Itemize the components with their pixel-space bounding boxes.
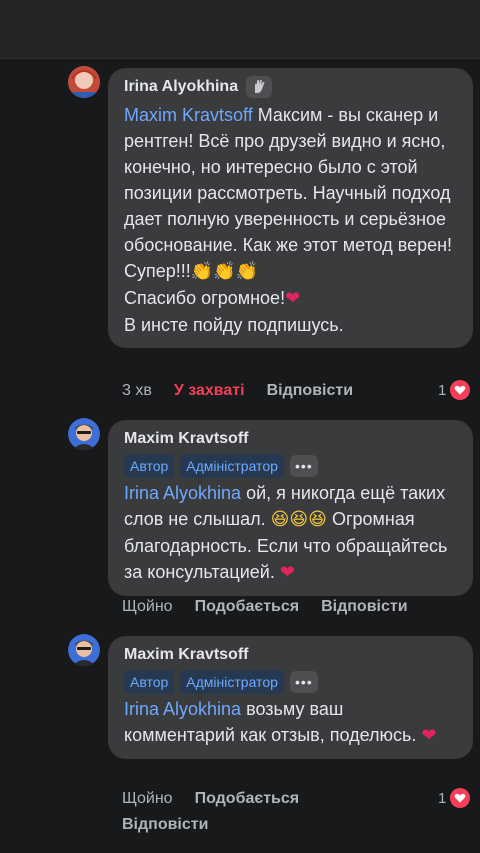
more-badges-icon[interactable]: •••	[289, 455, 318, 477]
comment-author-name[interactable]: Maxim Kravtsoff	[124, 644, 248, 666]
comment-actions: Щойно Подобається Відповісти	[122, 598, 408, 616]
comment-time[interactable]: Щойно	[122, 598, 173, 616]
mention-link[interactable]: Maxim Kravtsoff	[124, 105, 253, 125]
author-badges: Автор Адміністратор •••	[124, 670, 457, 694]
mention-link[interactable]: Irina Alyokhina	[124, 483, 241, 503]
comment-author-name[interactable]: Irina Alyokhina	[124, 76, 238, 98]
comment-actions: 3 хв У захваті Відповісти	[122, 382, 353, 400]
author-badges: Автор Адміністратор •••	[124, 454, 457, 478]
mention-link[interactable]: Irina Alyokhina	[124, 699, 241, 719]
admin-badge[interactable]: Адміністратор	[180, 454, 284, 478]
red-heart-icon: ❤	[285, 288, 301, 309]
reaction-count: 1	[438, 789, 447, 807]
avatar-maxim[interactable]	[68, 634, 100, 666]
laughing-face-icon: 😆😆😆	[270, 509, 327, 530]
red-heart-icon: ❤	[421, 725, 437, 746]
comment-bubble-maxim-2: Maxim Kravtsoff Автор Адміністратор ••• …	[108, 636, 473, 759]
reaction-summary[interactable]: 1	[438, 380, 471, 400]
reaction-count: 1	[438, 381, 447, 399]
love-reaction-icon	[450, 380, 471, 400]
comment-author-name[interactable]: Maxim Kravtsoff	[124, 428, 248, 450]
avatar-maxim[interactable]	[68, 418, 100, 450]
author-badge[interactable]: Автор	[124, 670, 175, 694]
avatar-irina[interactable]	[68, 66, 100, 98]
comment-text: Irina Alyokhina ой, я никогда ещё таких …	[124, 483, 448, 583]
like-button[interactable]: Подобається	[195, 598, 300, 616]
comment-text: Irina Alyokhina возьму ваш комментарий к…	[124, 699, 437, 746]
red-heart-icon: ❤	[279, 562, 295, 583]
like-button[interactable]: Подобається	[195, 790, 300, 808]
comment-bubble-irina: Irina Alyokhina Maxim Kravtsoff Максим -…	[108, 68, 473, 348]
reaction-summary[interactable]: 1	[438, 788, 471, 808]
reply-button[interactable]: Відповісти	[267, 382, 353, 400]
comment-time[interactable]: 3 хв	[122, 382, 152, 400]
more-badges-icon[interactable]: •••	[289, 671, 318, 693]
comment-bubble-maxim: Maxim Kravtsoff Автор Адміністратор ••• …	[108, 420, 473, 596]
author-badge[interactable]: Автор	[124, 454, 175, 478]
reply-button[interactable]: Відповісти	[122, 816, 422, 834]
admin-badge[interactable]: Адміністратор	[180, 670, 284, 694]
love-reaction-icon	[450, 788, 471, 808]
clapping-hands-icon: 👏👏👏	[190, 261, 259, 282]
comment-text: Maxim Kravtsoff Максим - вы сканер и рен…	[124, 105, 453, 335]
top-bar	[0, 0, 480, 59]
reaction-button[interactable]: У захваті	[174, 382, 245, 400]
wave-hand-icon	[246, 76, 273, 98]
comment-time[interactable]: Щойно	[122, 790, 173, 808]
reply-button[interactable]: Відповісти	[321, 598, 407, 616]
comment-actions: Щойно Подобається Відповісти	[122, 790, 422, 834]
